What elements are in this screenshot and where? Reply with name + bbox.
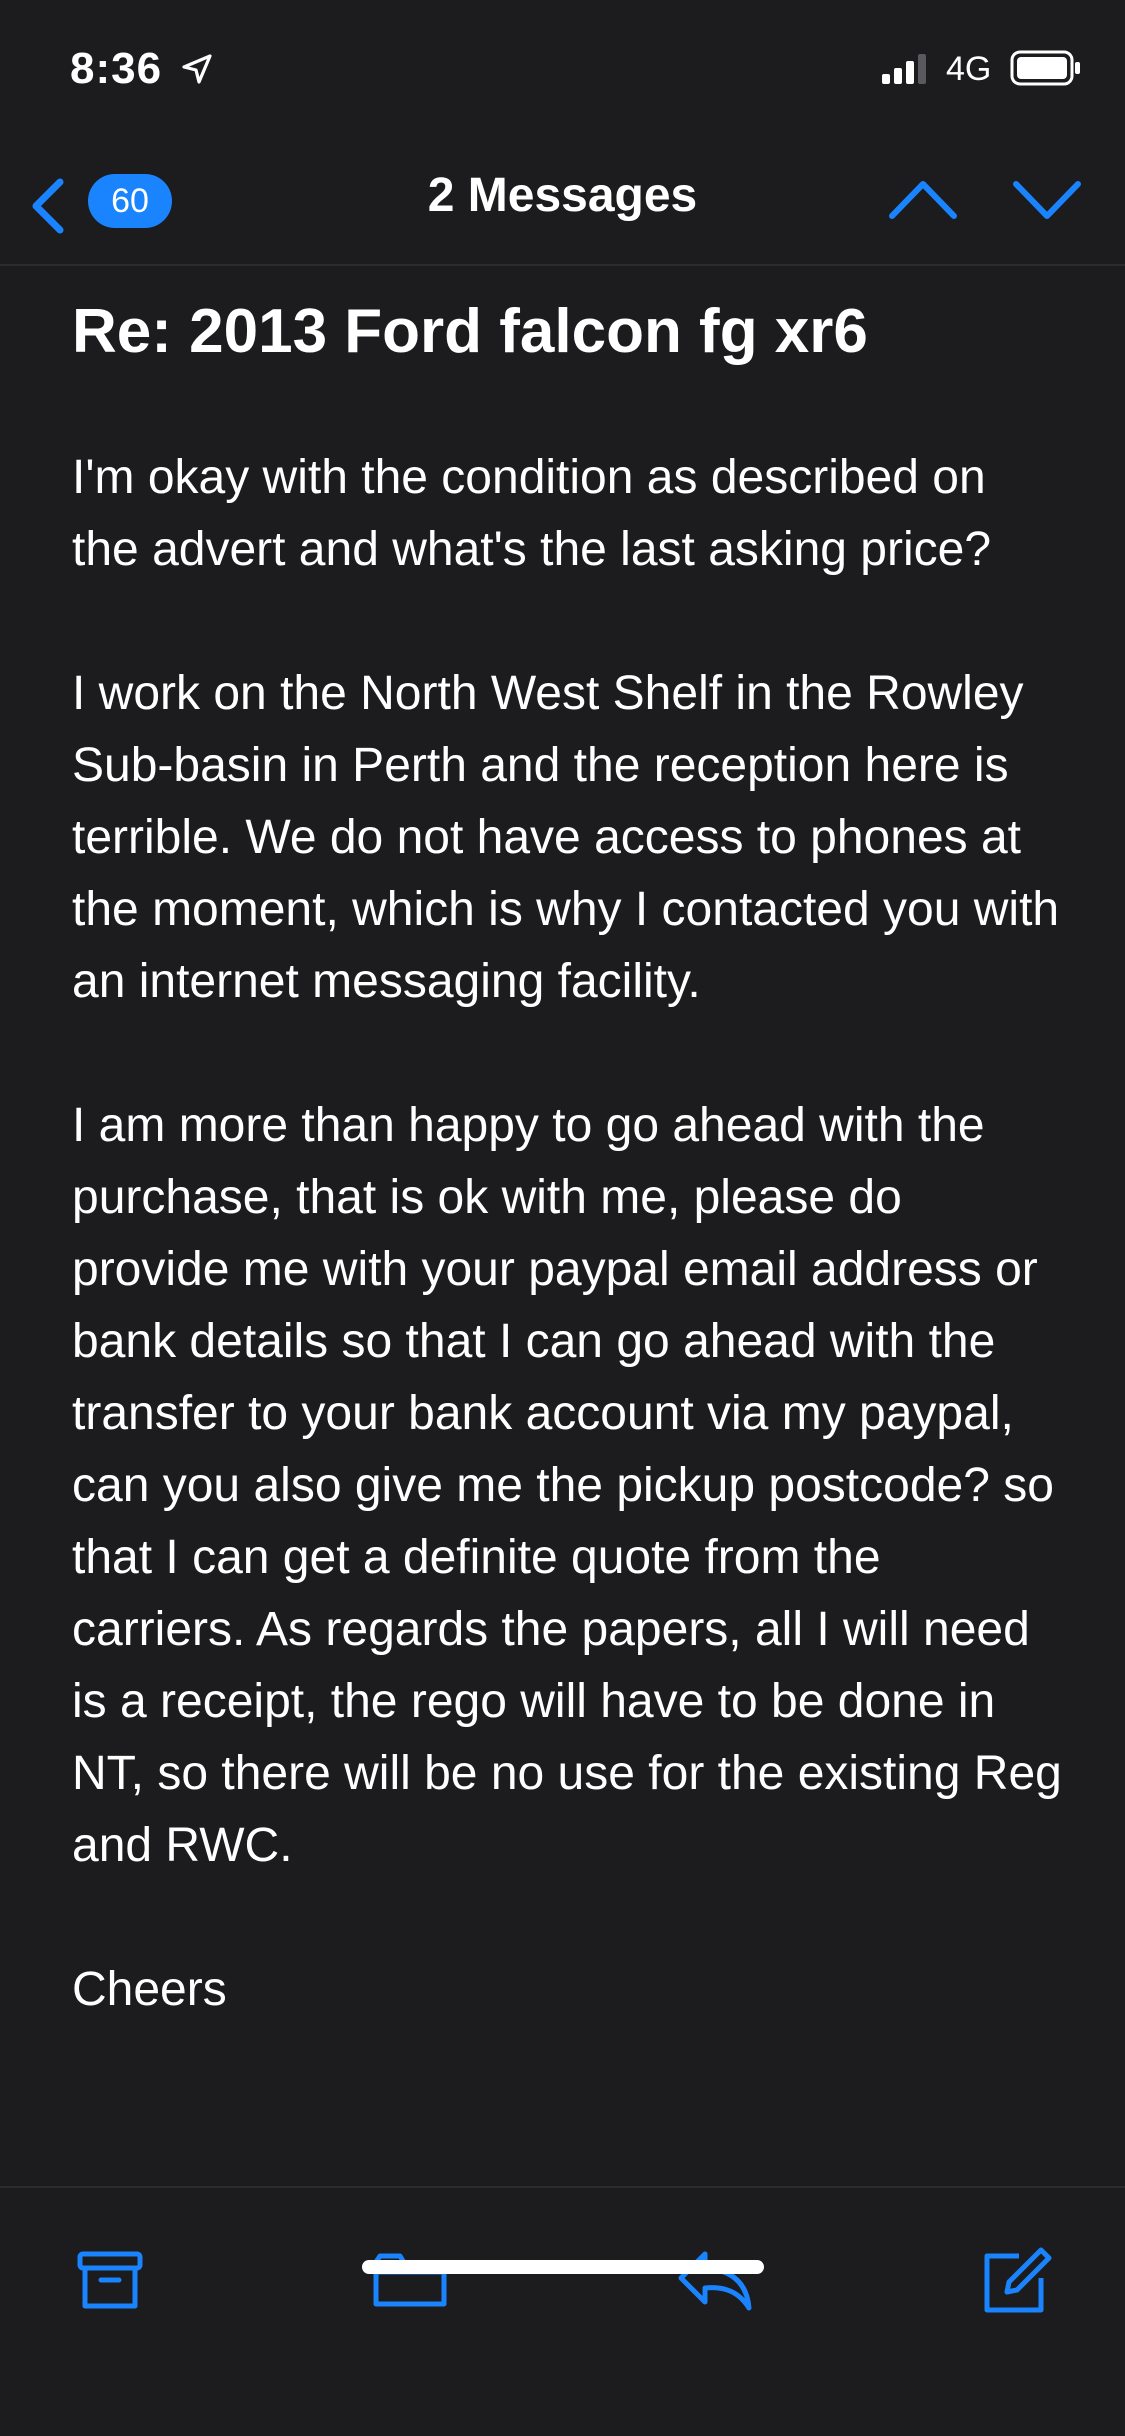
message-content: Re: 2013 Ford falcon fg xr6 I'm okay wit…: [0, 266, 1125, 2186]
chevron-up-icon: [880, 181, 966, 244]
navigation-bar: 60 2 Messages: [0, 140, 1125, 266]
bottom-toolbar: [0, 2186, 1125, 2436]
move-to-folder-button[interactable]: [370, 2240, 450, 2320]
compose-button[interactable]: [975, 2240, 1055, 2320]
location-arrow-icon: [180, 52, 214, 86]
reply-icon: [675, 2251, 755, 2324]
reply-button[interactable]: [675, 2240, 755, 2320]
message-paragraph: I work on the North West Shelf in the Ro…: [72, 667, 1060, 1008]
archive-icon: [70, 2251, 150, 2324]
home-indicator[interactable]: [362, 2260, 764, 2274]
battery-icon: [1010, 50, 1082, 86]
message-paragraph: I am more than happy to go ahead with th…: [72, 1099, 1062, 1872]
folder-icon: [370, 2253, 450, 2324]
network-type: 4G: [946, 50, 992, 88]
next-message-button[interactable]: [1004, 160, 1090, 240]
message-paragraph: I'm okay with the condition as described…: [72, 451, 992, 576]
previous-message-button[interactable]: [880, 160, 966, 240]
message-signoff: Cheers: [72, 1963, 227, 2016]
message-body: I'm okay with the condition as described…: [72, 442, 1062, 2098]
chevron-down-icon: [1004, 181, 1090, 244]
signal-bars-icon: [880, 52, 934, 86]
message-subject: Re: 2013 Ford falcon fg xr6: [72, 297, 868, 366]
status-bar: 8:36 4G: [0, 0, 1125, 140]
archive-button[interactable]: [70, 2240, 150, 2320]
mail-message-screen: 8:36 4G 60 2 Messages Re: 2013 Ford falc…: [0, 0, 1125, 2436]
compose-icon: [975, 2247, 1055, 2324]
status-time: 8:36: [70, 44, 163, 93]
